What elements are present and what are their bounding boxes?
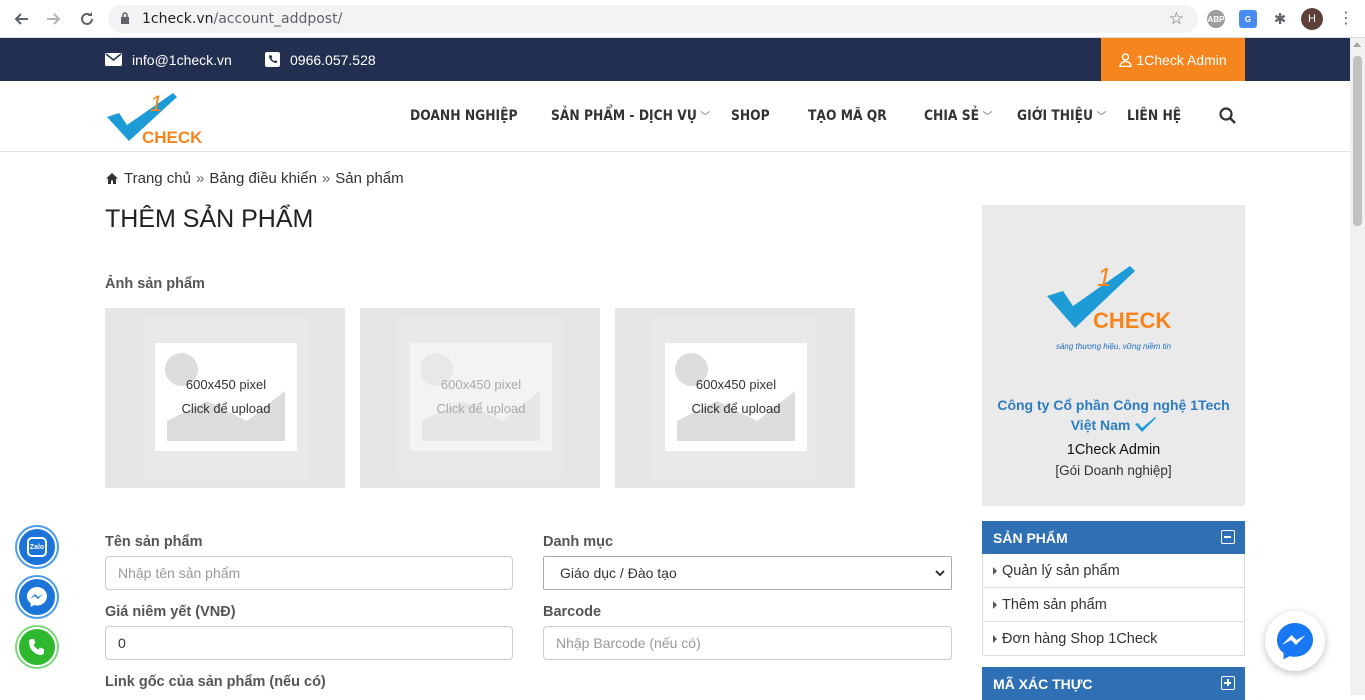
account-username: 1Check Admin bbox=[1066, 442, 1161, 458]
messenger-chat-button[interactable] bbox=[17, 577, 57, 617]
menu-gioi-thieu[interactable]: GIỚI THIỆU ﹀ bbox=[1017, 108, 1114, 124]
category-selected-value: Giáo dục / Đào tạo bbox=[560, 565, 677, 581]
upload-hint-text: Click để upload bbox=[181, 401, 271, 416]
barcode-input[interactable]: Nhập Barcode (nếu có) bbox=[543, 626, 952, 660]
page-title: THÊM SẢN PHẨM bbox=[105, 205, 314, 233]
breadcrumb-home[interactable]: Trang chủ bbox=[124, 170, 191, 187]
forward-icon[interactable] bbox=[43, 8, 65, 30]
company-tagline: sáng thương hiệu, vững niềm tin bbox=[1055, 342, 1172, 351]
company-logo: 1 CHECK bbox=[1047, 262, 1171, 333]
chevron-down-icon: ﹀ bbox=[1096, 110, 1107, 123]
zalo-chat-button[interactable]: Zalo bbox=[17, 527, 57, 567]
bookmark-star-icon[interactable]: ☆ bbox=[1169, 9, 1184, 29]
caret-right-icon bbox=[993, 634, 997, 643]
phone-icon bbox=[29, 639, 44, 655]
sidebar-item-manage-products[interactable]: Quản lý sản phẩm bbox=[982, 554, 1245, 588]
page-scrollbar[interactable] bbox=[1350, 38, 1365, 695]
phone-text: 0966.057.528 bbox=[290, 51, 376, 68]
upload-size-text: 600x450 pixel bbox=[185, 377, 267, 392]
phone-icon bbox=[265, 52, 280, 67]
translate-icon[interactable]: G bbox=[1239, 10, 1257, 28]
svg-text:CHECK: CHECK bbox=[142, 128, 203, 147]
sidebar-products-header[interactable]: SẢN PHẨM bbox=[982, 521, 1245, 554]
email-text: info@1check.vn bbox=[132, 51, 232, 68]
breadcrumb-separator: » bbox=[195, 170, 205, 187]
email-contact[interactable]: info@1check.vn bbox=[105, 38, 232, 81]
browser-toolbar: 1check.vn/account_addpost/ ☆ ABP G ✱ H ⋮ bbox=[0, 0, 1365, 38]
messenger-icon bbox=[1277, 623, 1313, 660]
messenger-widget-button[interactable] bbox=[1265, 611, 1325, 671]
breadcrumb: Trang chủ » Bảng điều khiển » Sản phẩm bbox=[105, 170, 404, 187]
messenger-icon bbox=[27, 587, 47, 607]
adblock-icon[interactable]: ABP bbox=[1207, 10, 1225, 28]
lock-icon bbox=[121, 12, 129, 24]
phone-call-button[interactable] bbox=[17, 627, 57, 667]
phone-contact[interactable]: 0966.057.528 bbox=[265, 38, 376, 81]
reload-icon[interactable] bbox=[76, 8, 98, 30]
caret-right-icon bbox=[993, 600, 997, 609]
upload-hint-text: Click để upload bbox=[691, 401, 781, 416]
account-package: [Gói Doanh nghiệp] bbox=[1055, 463, 1172, 478]
company-name[interactable]: Công ty Cổ phần Công nghệ 1Tech Việt Nam bbox=[982, 395, 1245, 435]
site-logo[interactable]: 1 CHECK bbox=[105, 87, 215, 147]
address-bar[interactable]: 1check.vn/account_addpost/ ☆ bbox=[108, 5, 1198, 33]
url-text: 1check.vn/account_addpost/ bbox=[142, 11, 343, 27]
sidebar-item-add-product[interactable]: Thêm sản phẩm bbox=[982, 588, 1245, 622]
product-name-input[interactable]: Nhập tên sản phẩm bbox=[105, 556, 513, 590]
category-label: Danh mục bbox=[543, 534, 614, 550]
barcode-label: Barcode bbox=[543, 604, 602, 620]
extensions-icon[interactable]: ✱ bbox=[1271, 10, 1289, 28]
envelope-icon bbox=[105, 53, 122, 66]
menu-shop[interactable]: SHOP bbox=[731, 108, 799, 124]
caret-right-icon bbox=[993, 566, 997, 575]
admin-account-button[interactable]: 1Check Admin bbox=[1101, 38, 1245, 81]
menu-lien-he[interactable]: LIÊN HỆ bbox=[1127, 108, 1189, 124]
browser-menu-icon[interactable]: ⋮ bbox=[1338, 8, 1354, 28]
admin-button-label: 1Check Admin bbox=[1136, 51, 1227, 68]
image-upload-1[interactable]: 600x450 pixel Click để upload bbox=[105, 308, 345, 488]
breadcrumb-dashboard[interactable]: Bảng điều khiển bbox=[209, 170, 317, 187]
site-header: 1 CHECK DOANH NGHIỆP SẢN PHẨM - DỊCH VỤ ﹀… bbox=[0, 81, 1350, 152]
svg-text:1: 1 bbox=[1097, 262, 1111, 292]
back-icon[interactable] bbox=[10, 8, 32, 30]
product-link-label: Link gốc của sản phẩm (nếu có) bbox=[105, 674, 326, 690]
upload-hint-text: Click để upload bbox=[436, 401, 526, 416]
breadcrumb-separator: » bbox=[321, 170, 331, 187]
sidebar-verify-code-header[interactable]: MÃ XÁC THỰC bbox=[982, 667, 1245, 700]
upload-size-text: 600x450 pixel bbox=[440, 377, 522, 392]
profile-avatar[interactable]: H bbox=[1301, 8, 1323, 30]
price-input[interactable]: 0 bbox=[105, 626, 513, 660]
menu-san-pham-dich-vu[interactable]: SẢN PHẨM - DỊCH VỤ ﹀ bbox=[551, 108, 711, 124]
expand-icon[interactable] bbox=[1221, 676, 1235, 690]
search-icon[interactable] bbox=[1219, 107, 1237, 125]
chevron-down-icon: ﹀ bbox=[982, 110, 993, 123]
svg-text:1: 1 bbox=[150, 91, 162, 116]
image-upload-3[interactable]: 600x450 pixel Click để upload bbox=[615, 308, 855, 488]
product-name-label: Tên sản phẩm bbox=[105, 534, 203, 550]
svg-text:CHECK: CHECK bbox=[1093, 308, 1171, 333]
home-icon bbox=[106, 173, 118, 184]
images-label: Ảnh sản phẩm bbox=[105, 276, 205, 292]
company-profile-card: 1 CHECK sáng thương hiệu, vững niềm tin … bbox=[982, 205, 1245, 506]
sidebar-item-shop-orders[interactable]: Đơn hàng Shop 1Check bbox=[982, 622, 1245, 656]
collapse-icon[interactable] bbox=[1221, 530, 1235, 544]
verified-check-icon bbox=[1135, 417, 1157, 432]
category-select[interactable]: Giáo dục / Đào tạo bbox=[543, 556, 952, 590]
menu-doanh-nghiep[interactable]: DOANH NGHIỆP bbox=[410, 108, 534, 124]
user-icon bbox=[1119, 52, 1133, 67]
chevron-down-icon: ﹀ bbox=[700, 110, 711, 123]
image-upload-2[interactable]: 600x450 pixel Click để upload bbox=[360, 308, 600, 488]
chevron-down-icon bbox=[935, 570, 945, 577]
top-contact-bar: info@1check.vn 0966.057.528 1Check Admin bbox=[0, 38, 1350, 81]
menu-chia-se[interactable]: CHIA SẺ ﹀ bbox=[924, 108, 1006, 124]
price-label: Giá niêm yết (VNĐ) bbox=[105, 604, 236, 620]
zalo-icon: Zalo bbox=[27, 537, 47, 557]
menu-tao-ma-qr[interactable]: TẠO MÃ QR bbox=[808, 108, 910, 124]
breadcrumb-current: Sản phẩm bbox=[335, 170, 404, 187]
main-menu: DOANH NGHIỆP SẢN PHẨM - DỊCH VỤ ﹀ SHOP TẠ… bbox=[410, 81, 1197, 151]
upload-size-text: 600x450 pixel bbox=[695, 377, 777, 392]
